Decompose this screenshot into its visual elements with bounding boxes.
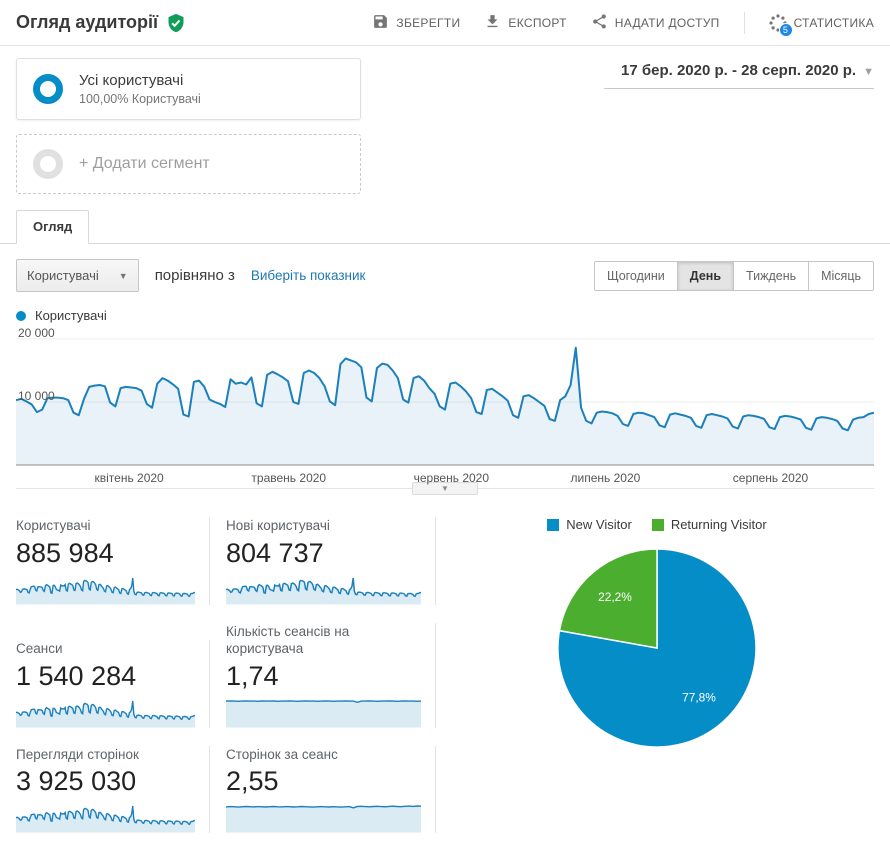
- tab-overview[interactable]: Огляд: [16, 210, 90, 244]
- granularity-month[interactable]: Місяць: [809, 260, 874, 291]
- month-tick-label: квітень 2020: [94, 471, 164, 485]
- share-button[interactable]: НАДАТИ ДОСТУП: [591, 13, 720, 33]
- granularity-day[interactable]: День: [677, 260, 735, 291]
- chart-controls: Користувачі ▼ порівняно з Виберіть показ…: [0, 244, 890, 304]
- metric-card-pageviews[interactable]: Перегляди сторінок 3 925 030: [16, 745, 210, 834]
- chevron-down-icon: ▼: [863, 66, 874, 78]
- pie-legend-returning-visitor: Returning Visitor: [651, 517, 767, 532]
- sparkline: [226, 699, 421, 728]
- sparkline: [16, 806, 195, 833]
- export-button[interactable]: ЕКСПОРТ: [484, 13, 566, 33]
- share-icon: [591, 13, 608, 33]
- legend-dot-icon: [16, 310, 26, 321]
- month-tick-label: червень 2020: [413, 471, 490, 485]
- segment-all-users[interactable]: Усі користувачі 100,00% Користувачі: [16, 58, 361, 120]
- date-range-picker[interactable]: 17 бер. 2020 р. - 28 серп. 2020 р. ▼: [604, 62, 874, 89]
- save-icon: [372, 13, 389, 33]
- x-axis: ▼ квітень 2020 травень 2020 червень 2020 ли…: [16, 466, 874, 495]
- granularity-hourly[interactable]: Щогодини: [593, 260, 678, 291]
- chevron-down-icon: ▼: [118, 270, 128, 281]
- segment-ring-empty-icon: [33, 149, 63, 179]
- granularity-week[interactable]: Тиждень: [734, 260, 810, 291]
- y-axis-tick: 20 000: [18, 326, 55, 340]
- metric-card-new-users[interactable]: Нові користувачі 804 737: [210, 517, 436, 605]
- legend-square-icon: [547, 518, 560, 531]
- granularity-switch: Щогодини День Тиждень Місяць: [593, 260, 874, 291]
- visitor-type-pie-chart[interactable]: 77,8% 22,2%: [553, 544, 761, 752]
- y-axis-tick: 10 000: [18, 389, 55, 403]
- metric-card-sessions[interactable]: Сеанси 1 540 284: [16, 640, 210, 728]
- sparkline: [16, 577, 195, 605]
- pick-metric-link[interactable]: Виберіть показник: [251, 268, 366, 283]
- header: Огляд аудиторії ЗБЕРЕГТИ ЕКСПОРТ НАДАТИ …: [0, 0, 890, 46]
- segment-subtitle: 100,00% Користувачі: [79, 92, 201, 106]
- insights-badge: 5: [778, 22, 793, 37]
- pie-slice-label: 22,2%: [598, 590, 632, 604]
- header-actions: ЗБЕРЕГТИ ЕКСПОРТ НАДАТИ ДОСТУП 5 СТАТИСТ…: [372, 11, 874, 37]
- metric-card-pages-per-session[interactable]: Сторінок за сеанс 2,55: [210, 745, 436, 834]
- users-line-chart[interactable]: 20 000 10 000: [16, 326, 874, 466]
- verified-shield-icon: [166, 13, 186, 33]
- visitor-type-pie-section: New Visitor Returning Visitor 77,8% 22,2%: [440, 517, 874, 851]
- line-chart-svg: [16, 338, 874, 466]
- compare-label: порівняно з: [154, 267, 235, 284]
- pie-legend-new-visitor: New Visitor: [547, 517, 632, 532]
- metric-select[interactable]: Користувачі ▼: [16, 259, 139, 292]
- sparkline: [226, 577, 421, 605]
- insights-button[interactable]: 5 СТАТИСТИКА: [768, 13, 874, 37]
- insights-icon: 5: [768, 13, 793, 37]
- segment-section: Усі користувачі 100,00% Користувачі + До…: [0, 46, 890, 208]
- add-segment-button[interactable]: + Додати сегмент: [16, 134, 361, 194]
- header-divider: [743, 11, 745, 34]
- pie-legend: New Visitor Returning Visitor: [547, 517, 767, 532]
- save-button[interactable]: ЗБЕРЕГТИ: [372, 13, 460, 33]
- page-title: Огляд аудиторії: [16, 12, 159, 32]
- metric-cards: Користувачі 885 984 Нові користувачі 804…: [16, 517, 440, 851]
- segment-ring-icon: [33, 74, 63, 104]
- sparkline: [226, 805, 421, 833]
- metric-card-sessions-per-user[interactable]: Кількість сеансів на користувача 1,74: [210, 622, 436, 728]
- summary-section: Користувачі 885 984 Нові користувачі 804…: [0, 489, 890, 851]
- chart-legend: Користувачі: [0, 304, 890, 331]
- tab-bar: Огляд: [0, 210, 890, 244]
- export-icon: [484, 13, 501, 33]
- month-tick-label: липень 2020: [570, 471, 641, 485]
- segment-title: Усі користувачі: [79, 72, 184, 89]
- legend-label: Користувачі: [35, 308, 107, 323]
- month-tick-label: травень 2020: [251, 471, 327, 485]
- pie-slice-label: 77,8%: [682, 690, 716, 704]
- month-tick-label: серпень 2020: [732, 471, 809, 485]
- legend-square-icon: [651, 518, 664, 531]
- sparkline: [16, 700, 195, 728]
- metric-card-users[interactable]: Користувачі 885 984: [16, 517, 210, 605]
